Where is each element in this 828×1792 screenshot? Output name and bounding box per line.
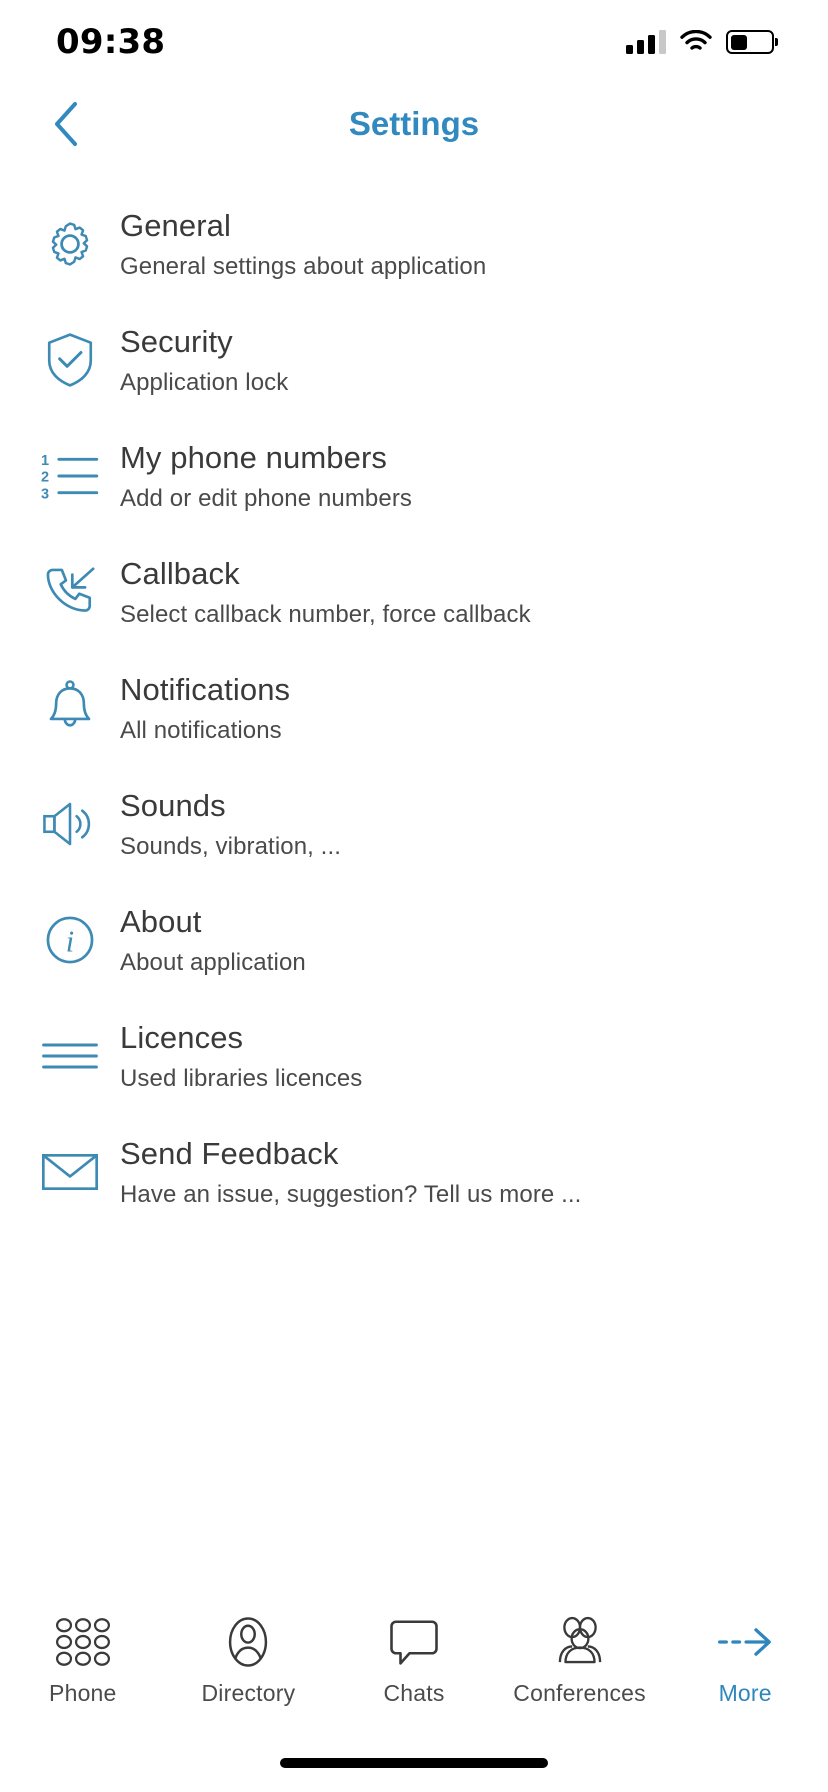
battery-fill	[730, 34, 747, 50]
tab-more[interactable]: More	[662, 1614, 828, 1707]
status-icons	[626, 29, 774, 54]
svg-text:2: 2	[41, 470, 49, 486]
settings-row[interactable]: i About About application	[0, 882, 828, 998]
settings-list: General General settings about applicati…	[0, 164, 828, 1230]
bottom-tab-bar: Phone Directory Chats Conferences More	[0, 1600, 828, 1720]
tab-label: Phone	[49, 1679, 117, 1706]
settings-row-text: Sounds Sounds, vibration, ...	[120, 787, 341, 862]
settings-row[interactable]: General General settings about applicati…	[0, 186, 828, 302]
settings-row-text: Notifications All notifications	[120, 671, 290, 746]
group-icon	[551, 1614, 609, 1670]
tab-label: Chats	[383, 1679, 445, 1706]
numbered-list-icon: 1 2 3	[34, 444, 106, 508]
settings-row-title: Sounds	[120, 787, 226, 823]
status-time: 09:38	[56, 22, 166, 62]
settings-row-text: Send Feedback Have an issue, suggestion?…	[120, 1135, 581, 1210]
settings-row-title: Notifications	[120, 671, 291, 707]
back-button[interactable]	[40, 98, 92, 150]
settings-row-subtitle: Application lock	[120, 368, 289, 396]
tab-conferences[interactable]: Conferences	[497, 1614, 663, 1707]
settings-row[interactable]: Security Application lock	[0, 302, 828, 418]
gear-icon	[34, 212, 106, 276]
tab-chats[interactable]: Chats	[331, 1614, 497, 1707]
lines-icon	[34, 1024, 106, 1088]
phone-callback-icon	[34, 560, 106, 624]
settings-row[interactable]: Licences Used libraries licences	[0, 998, 828, 1114]
bell-icon	[34, 676, 106, 740]
settings-row-text: Licences Used libraries licences	[120, 1019, 362, 1094]
settings-row[interactable]: Sounds Sounds, vibration, ...	[0, 766, 828, 882]
settings-row-subtitle: Select callback number, force callback	[120, 600, 531, 628]
settings-row[interactable]: Callback Select callback number, force c…	[0, 534, 828, 650]
settings-row-title: Send Feedback	[120, 1135, 339, 1171]
info-circle-icon: i	[34, 908, 106, 972]
dialpad-icon	[54, 1614, 112, 1670]
settings-row[interactable]: Notifications All notifications	[0, 650, 828, 766]
settings-row-title: General	[120, 207, 231, 243]
battery-icon	[726, 30, 774, 54]
settings-row-text: About About application	[120, 903, 306, 978]
settings-row-text: Security Application lock	[120, 323, 288, 398]
svg-text:i: i	[66, 925, 74, 959]
envelope-icon	[34, 1140, 106, 1204]
tab-directory[interactable]: Directory	[166, 1614, 332, 1707]
page-title: Settings	[348, 105, 480, 142]
settings-row-subtitle: About application	[120, 948, 306, 976]
settings-row-subtitle: Have an issue, suggestion? Tell us more …	[120, 1180, 582, 1208]
tab-label: More	[718, 1679, 772, 1706]
status-bar: 09:38	[0, 0, 828, 84]
settings-row-text: General General settings about applicati…	[120, 207, 486, 282]
settings-row-subtitle: Sounds, vibration, ...	[120, 832, 341, 860]
settings-row-title: My phone numbers	[120, 439, 387, 475]
settings-row[interactable]: 1 2 3 My phone numbers Add or edit phone…	[0, 418, 828, 534]
settings-row-title: Callback	[120, 555, 240, 591]
chevron-left-icon	[55, 102, 77, 146]
speaker-icon	[34, 792, 106, 856]
settings-row-subtitle: All notifications	[120, 716, 282, 744]
tab-phone[interactable]: Phone	[0, 1614, 166, 1707]
wifi-icon	[680, 29, 712, 54]
shield-check-icon	[34, 328, 106, 392]
navigation-bar: Settings	[0, 84, 828, 164]
arrow-right-icon	[716, 1614, 774, 1670]
chat-bubble-icon	[387, 1614, 441, 1670]
cellular-signal-icon	[626, 30, 666, 54]
settings-row-text: My phone numbers Add or edit phone numbe…	[120, 439, 412, 514]
svg-text:1: 1	[41, 453, 49, 469]
settings-row-title: About	[120, 903, 202, 939]
settings-row-subtitle: Add or edit phone numbers	[120, 484, 413, 512]
settings-row[interactable]: Send Feedback Have an issue, suggestion?…	[0, 1114, 828, 1230]
settings-row-subtitle: General settings about application	[120, 252, 487, 280]
person-icon	[223, 1614, 273, 1670]
settings-row-title: Licences	[120, 1019, 244, 1055]
settings-row-subtitle: Used libraries licences	[120, 1064, 363, 1092]
settings-row-title: Security	[120, 323, 233, 359]
tab-label: Conferences	[513, 1679, 646, 1706]
settings-row-text: Callback Select callback number, force c…	[120, 555, 531, 630]
home-indicator	[280, 1758, 548, 1768]
svg-text:3: 3	[41, 486, 49, 502]
tab-label: Directory	[201, 1679, 296, 1706]
